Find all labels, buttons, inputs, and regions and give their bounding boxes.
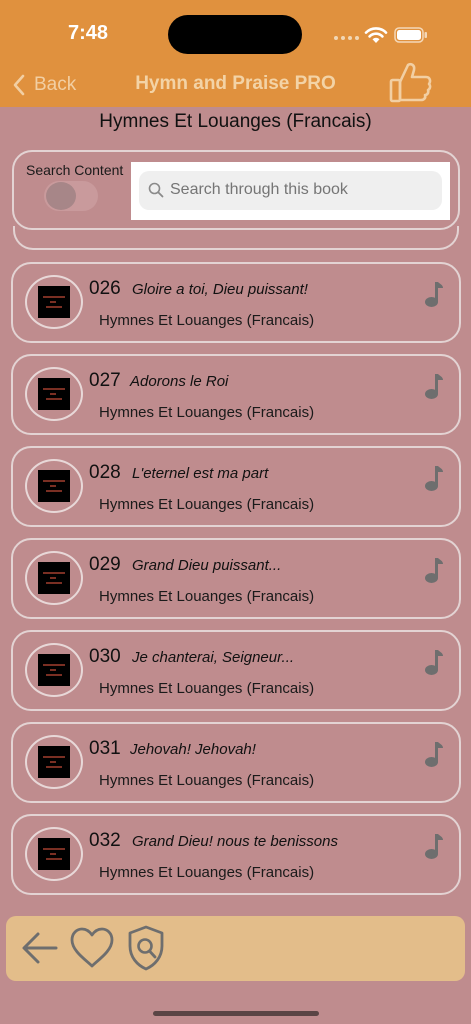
heart-icon[interactable] [69, 926, 115, 970]
hymn-title: Grand Dieu puissant... [132, 557, 282, 574]
hymn-title: Gloire a toi, Dieu puissant! [132, 281, 308, 298]
hymn-title: Grand Dieu! nous te benissons [132, 833, 338, 850]
music-note-icon[interactable] [422, 464, 444, 492]
dynamic-island [168, 15, 302, 54]
hymn-list-item[interactable]: 028 L'eternel est ma part Hymnes Et Louang… [11, 446, 461, 527]
thumbs-up-icon[interactable] [388, 60, 434, 104]
hymn-thumbnail [25, 459, 83, 513]
hymn-number: 031 [89, 738, 121, 759]
hymn-number: 027 [89, 370, 121, 391]
book-cover-icon [38, 286, 70, 318]
hymn-book: Hymnes Et Louanges (Francais) [99, 588, 315, 605]
shield-search-icon[interactable] [126, 924, 166, 972]
hymn-list-item[interactable]: 030 Je chanterai, Seigneur... Hymnes Et Lo… [11, 630, 461, 711]
nav-header: 7:48 Back Hymn and Praise PRO [0, 0, 471, 107]
hymn-title: L'eternel est ma part [132, 465, 269, 482]
hymn-number: 032 [89, 830, 121, 851]
hymn-thumbnail [25, 643, 83, 697]
list-item-partial [13, 226, 459, 250]
music-note-icon[interactable] [422, 280, 444, 308]
arrow-left-icon[interactable] [20, 928, 60, 968]
hymn-title: Je chanterai, Seigneur... [132, 649, 295, 666]
book-cover-icon [38, 746, 70, 778]
hymn-book: Hymnes Et Louanges (Francais) [99, 404, 315, 421]
hymn-list-item[interactable]: 029 Grand Dieu puissant... Hymnes Et Louan… [11, 538, 461, 619]
book-cover-icon [38, 378, 70, 410]
hymn-number: 026 [89, 278, 121, 299]
hymn-title: Adorons le Roi [130, 373, 229, 390]
wifi-icon [364, 27, 388, 43]
hymn-number: 029 [89, 554, 121, 575]
signal-icon [334, 36, 359, 42]
hymn-book: Hymnes Et Louanges (Francais) [99, 312, 315, 329]
search-content-label: Search Content [26, 162, 124, 178]
hymn-book: Hymnes Et Louanges (Francais) [99, 680, 315, 697]
hymn-list-item[interactable]: 026 Gloire a toi, Dieu puissant! Hymnes Et… [11, 262, 461, 343]
book-title: Hymnes Et Louanges (Francais) [99, 111, 372, 132]
battery-icon [394, 27, 427, 43]
search-input[interactable] [170, 181, 430, 199]
status-time: 7:48 [68, 22, 109, 44]
music-note-icon[interactable] [422, 740, 444, 768]
book-cover-icon [38, 838, 70, 870]
hymn-list-item[interactable]: 031 Jehovah! Jehovah! Hymnes Et Louanges (… [11, 722, 461, 803]
bottom-toolbar [6, 916, 465, 981]
book-cover-icon [38, 562, 70, 594]
hymn-number: 028 [89, 462, 121, 483]
music-note-icon[interactable] [422, 556, 444, 584]
hymn-thumbnail [25, 367, 83, 421]
hymn-thumbnail [25, 275, 83, 329]
hymn-book: Hymnes Et Louanges (Francais) [99, 772, 315, 789]
hymn-book: Hymnes Et Louanges (Francais) [99, 864, 315, 881]
hymn-thumbnail [25, 551, 83, 605]
music-note-icon[interactable] [422, 648, 444, 676]
hymn-list-item[interactable]: 032 Grand Dieu! nous te benissons Hymnes E… [11, 814, 461, 895]
search-icon [148, 182, 164, 198]
music-note-icon[interactable] [422, 832, 444, 860]
book-cover-icon [38, 654, 70, 686]
hymn-list-item[interactable]: 027 Adorons le Roi Hymnes Et Louanges (Fra… [11, 354, 461, 435]
hymn-book: Hymnes Et Louanges (Francais) [99, 496, 315, 513]
hymn-number: 030 [89, 646, 121, 667]
music-note-icon[interactable] [422, 372, 444, 400]
hymn-thumbnail [25, 827, 83, 881]
hymn-title: Jehovah! Jehovah! [130, 741, 256, 758]
book-cover-icon [38, 470, 70, 502]
toggle-knob[interactable] [46, 182, 76, 210]
hymn-thumbnail [25, 735, 83, 789]
home-indicator [153, 1011, 319, 1016]
